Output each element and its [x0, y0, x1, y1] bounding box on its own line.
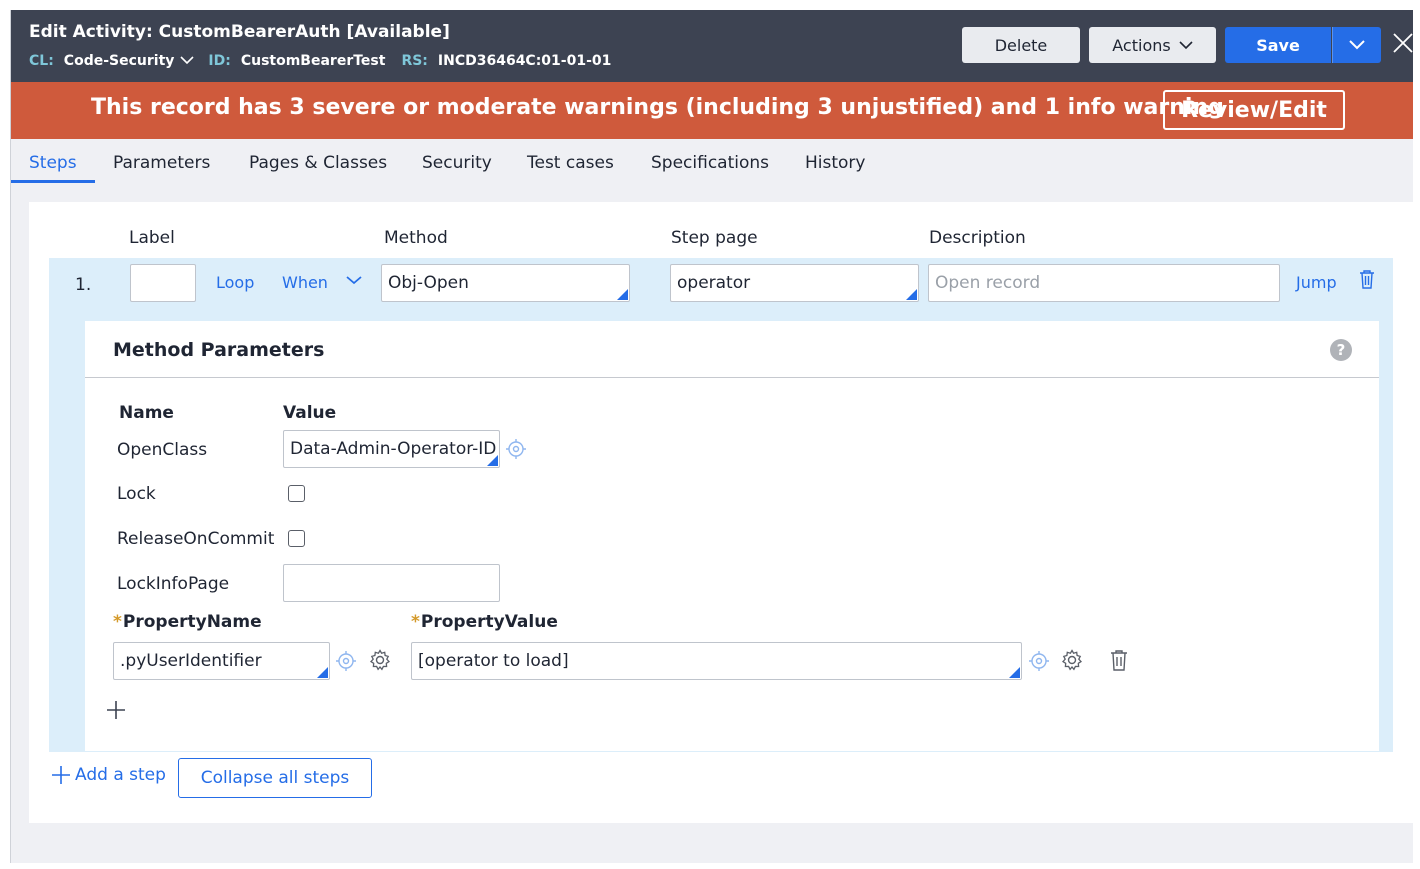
tab-security[interactable]: Security	[422, 153, 492, 173]
activity-editor: Edit Activity: CustomBearerAuth [Availab…	[10, 10, 1413, 863]
target-icon[interactable]	[1028, 650, 1050, 672]
param-name-lock: Lock	[117, 484, 156, 504]
column-step-page: Step page	[671, 228, 758, 248]
gear-icon[interactable]	[1060, 648, 1084, 672]
param-name-lockinfopage: LockInfoPage	[117, 574, 230, 594]
tab-pages-classes[interactable]: Pages & Classes	[249, 153, 387, 173]
active-tab-indicator	[11, 180, 95, 183]
method-parameters-title: Method Parameters	[113, 339, 325, 361]
column-description: Description	[929, 228, 1026, 248]
property-value-input[interactable]: [operator to load]	[411, 642, 1022, 680]
tab-parameters[interactable]: Parameters	[113, 153, 210, 173]
method-parameters-panel: Method Parameters ? Name Value OpenClass…	[85, 321, 1379, 751]
warning-message: This record has 3 severe or moderate war…	[91, 95, 1224, 120]
value-header: Value	[283, 403, 337, 423]
divider	[85, 377, 1379, 378]
close-icon[interactable]	[1391, 32, 1413, 58]
review-edit-button[interactable]: Review/Edit	[1163, 90, 1345, 130]
save-button[interactable]: Save	[1225, 27, 1331, 63]
method-value: Obj-Open	[388, 273, 469, 293]
property-value-header: *PropertyValue	[411, 612, 558, 632]
target-icon[interactable]	[335, 650, 357, 672]
chevron-down-icon[interactable]	[345, 270, 363, 285]
record-header: Edit Activity: CustomBearerAuth [Availab…	[11, 10, 1413, 82]
property-name-header-label: PropertyName	[122, 612, 262, 632]
required-asterisk: *	[113, 612, 122, 632]
rs-key: RS:	[401, 53, 428, 69]
tab-test-cases[interactable]: Test cases	[527, 153, 614, 173]
help-icon[interactable]: ?	[1330, 339, 1352, 361]
step-row: 1. Loop When Obj-Open operator Open reco…	[49, 258, 1393, 752]
chevron-down-icon	[1179, 40, 1193, 49]
autocomplete-corner-icon	[1009, 667, 1020, 678]
add-step-label: Add a step	[75, 765, 166, 785]
id-value: CustomBearerTest	[240, 53, 386, 69]
property-name-header: *PropertyName	[113, 612, 262, 632]
add-step-link[interactable]: Add a step	[51, 765, 166, 785]
collapse-all-steps-button[interactable]: Collapse all steps	[178, 758, 372, 798]
step-label-input[interactable]	[130, 264, 196, 302]
method-input[interactable]: Obj-Open	[381, 264, 630, 302]
lock-checkbox[interactable]	[288, 485, 305, 502]
cl-key: CL:	[29, 53, 54, 69]
id-key: ID:	[208, 53, 231, 69]
add-parameter-icon[interactable]	[105, 699, 127, 721]
column-method: Method	[384, 228, 448, 248]
autocomplete-corner-icon	[617, 289, 628, 300]
param-name-releaseoncommit: ReleaseOnCommit	[117, 529, 275, 549]
tab-specifications[interactable]: Specifications	[651, 153, 769, 173]
tab-history[interactable]: History	[805, 153, 865, 173]
save-menu-button[interactable]	[1332, 27, 1381, 63]
autocomplete-corner-icon	[487, 455, 498, 466]
trash-icon[interactable]	[1357, 268, 1377, 290]
step-page-input[interactable]: operator	[670, 264, 919, 302]
description-input[interactable]: Open record	[928, 264, 1280, 302]
plus-icon	[52, 766, 70, 784]
record-title: Edit Activity: CustomBearerAuth [Availab…	[29, 22, 450, 42]
gear-icon[interactable]	[368, 648, 392, 672]
tab-steps[interactable]: Steps	[29, 153, 77, 173]
step-number: 1.	[75, 275, 92, 295]
tab-bar: Steps Parameters Pages & Classes Securit…	[11, 145, 1413, 185]
param-name-openclass: OpenClass	[117, 440, 208, 460]
steps-panel: Label Method Step page Description 1. Lo…	[29, 202, 1413, 823]
chevron-down-icon[interactable]	[180, 53, 194, 69]
target-icon[interactable]	[505, 438, 527, 460]
step-page-value: operator	[677, 273, 751, 293]
required-asterisk: *	[411, 612, 420, 632]
property-value-header-label: PropertyValue	[420, 612, 558, 632]
delete-button[interactable]: Delete	[962, 27, 1080, 63]
name-header: Name	[119, 403, 174, 423]
column-label: Label	[129, 228, 175, 248]
rs-value: INCD36464C:01-01-01	[437, 53, 612, 69]
autocomplete-corner-icon	[906, 289, 917, 300]
warning-banner: This record has 3 severe or moderate war…	[11, 82, 1413, 139]
openclass-input[interactable]: Data-Admin-Operator-ID	[283, 430, 500, 468]
chevron-down-icon	[1349, 40, 1365, 50]
lockinfopage-input[interactable]	[283, 564, 500, 602]
property-value-value: [operator to load]	[418, 651, 569, 671]
property-name-value: .pyUserIdentifier	[120, 651, 262, 671]
loop-link[interactable]: Loop	[216, 273, 254, 292]
trash-icon[interactable]	[1109, 648, 1129, 672]
autocomplete-corner-icon	[317, 667, 328, 678]
jump-link[interactable]: Jump	[1296, 273, 1337, 292]
actions-button[interactable]: Actions	[1089, 27, 1216, 63]
cl-value[interactable]: Code-Security	[64, 53, 175, 69]
property-name-input[interactable]: .pyUserIdentifier	[113, 642, 330, 680]
record-meta: CL: Code-Security ID: CustomBearerTest R…	[29, 53, 611, 69]
actions-label: Actions	[1112, 35, 1171, 55]
openclass-value: Data-Admin-Operator-ID	[290, 439, 497, 459]
releaseoncommit-checkbox[interactable]	[288, 530, 305, 547]
when-link[interactable]: When	[282, 273, 328, 292]
